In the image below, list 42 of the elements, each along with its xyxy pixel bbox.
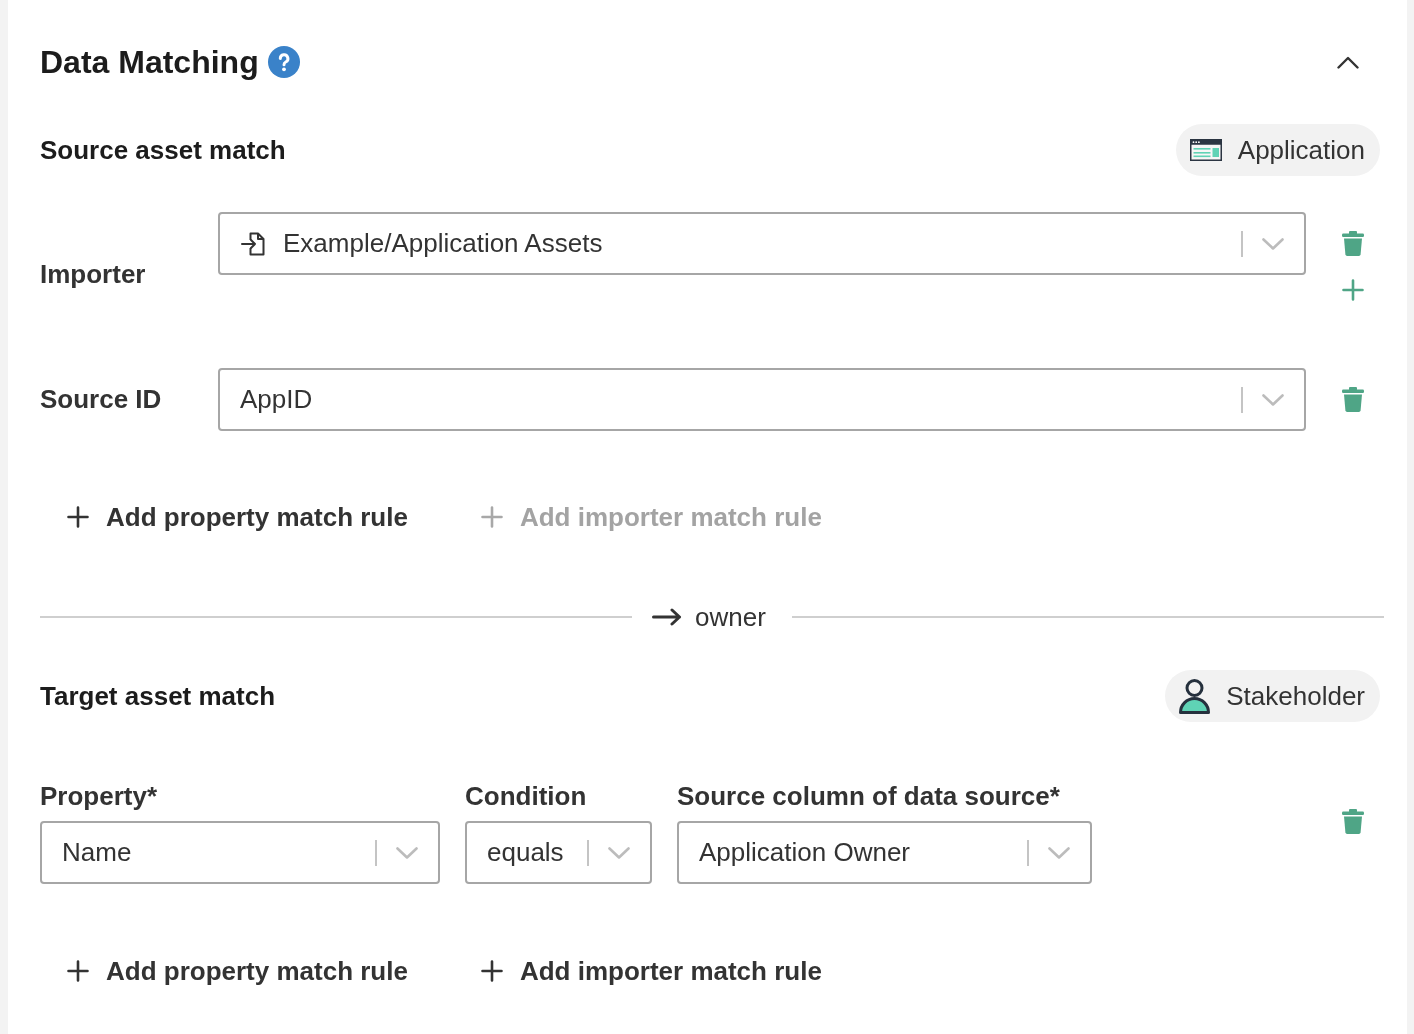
panel-title: Data Matching [40,43,259,82]
add-rule-button[interactable]: Add importer match rule [480,951,822,991]
relation-label: owner [695,601,766,633]
subsection-title: Source asset match [40,134,286,166]
window-icon [1189,139,1222,161]
plus-icon [67,506,89,528]
file-import-icon [241,230,267,257]
plus-icon [480,960,503,982]
person-icon [1179,678,1211,714]
help-icon[interactable] [267,46,300,78]
add-button[interactable] [1342,279,1364,301]
trash-icon [1342,387,1364,412]
subsection-title: Target asset match [40,680,276,712]
add-rule-button[interactable]: Add property match rule [67,497,408,537]
plus-icon [67,960,89,982]
delete-button[interactable] [1342,231,1364,256]
asset-type-label: Stakeholder [1226,680,1365,712]
field-label: Property* [40,780,159,812]
select-field[interactable]: Example/Application Assets [218,212,1306,275]
add-rule-button[interactable]: Add property match rule [67,951,408,991]
plus-icon [1342,279,1364,301]
rule-label: Importer [40,258,147,290]
field-label: Source column of data source* [677,780,1061,812]
chevron-down-icon [1048,846,1070,859]
trash-icon [1342,231,1364,256]
chevron-down-icon [1262,393,1284,406]
select-field[interactable]: Name [40,821,440,884]
select-field[interactable]: equals [465,821,652,884]
chevron-up-icon[interactable] [1337,55,1359,69]
chevron-down-icon [608,846,630,859]
arrow-right-icon [652,608,683,626]
plus-icon [480,506,503,528]
trash-icon [1342,809,1364,834]
chevron-down-icon [396,846,418,859]
select-field[interactable]: Application Owner [677,821,1092,884]
delete-button[interactable] [1342,387,1364,412]
rule-label: Source ID [40,384,163,415]
chevron-down-icon [1262,237,1284,250]
delete-button[interactable] [1342,809,1364,834]
select-field[interactable]: AppID [218,368,1306,431]
field-label: Condition [465,780,588,812]
asset-type-label: Application [1237,134,1365,166]
